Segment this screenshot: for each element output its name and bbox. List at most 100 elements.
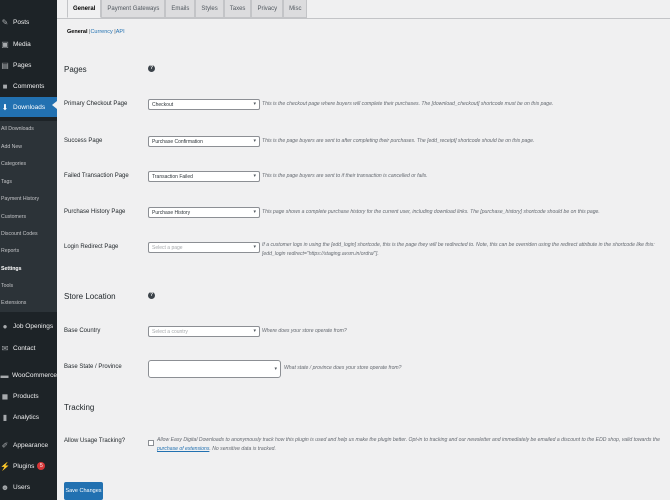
submenu-all-downloads[interactable]: All Downloads — [1, 126, 34, 132]
tab-payment-gateways[interactable]: Payment Gateways — [101, 0, 166, 18]
label-failed-transaction: Failed Transaction Page — [64, 173, 129, 179]
success-page-select[interactable]: Purchase Confirmation ▾ — [148, 136, 260, 147]
label-primary-checkout: Primary Checkout Page — [64, 101, 128, 107]
usage-tracking-text-end: . No sensitive data is tracked. — [209, 446, 276, 452]
help-icon[interactable]: ? — [148, 65, 155, 72]
submenu-tags[interactable]: Tags — [1, 179, 12, 185]
chevron-down-icon: ▾ — [253, 173, 256, 179]
select-placeholder: Select a page — [152, 244, 183, 251]
menu-item-contact[interactable]: ✉ Contact — [0, 340, 57, 356]
menu-label: Posts — [13, 18, 30, 26]
admin-sidebar: ✎ Posts ▣ Media ▤ Pages ■ Comments ⬇ Dow… — [0, 0, 57, 500]
desc-base-country: Where does your store operate from? — [262, 328, 347, 334]
tab-misc[interactable]: Misc — [283, 0, 308, 18]
section-title-store-location: Store Location — [64, 292, 116, 301]
label-base-country: Base Country — [64, 328, 101, 334]
select-value: Purchase History — [152, 209, 191, 216]
desc-failed-transaction: This is the page buyers are sent to if t… — [262, 173, 428, 179]
submenu-reports[interactable]: Reports — [1, 248, 19, 254]
menu-item-comments[interactable]: ■ Comments — [0, 78, 57, 94]
menu-label: Users — [13, 483, 30, 491]
select-value: Checkout — [152, 101, 174, 108]
chevron-down-icon: ▾ — [253, 138, 256, 144]
plug-icon: ⚡ — [0, 461, 10, 471]
menu-item-pages[interactable]: ▤ Pages — [0, 57, 57, 73]
save-changes-button[interactable]: Save Changes — [64, 482, 103, 500]
submenu-extensions[interactable]: Extensions — [1, 300, 26, 306]
menu-item-media[interactable]: ▣ Media — [0, 36, 57, 52]
tab-privacy[interactable]: Privacy — [251, 0, 284, 18]
help-icon[interactable]: ? — [148, 292, 155, 299]
chevron-down-icon: ▾ — [253, 328, 256, 334]
purchase-history-select[interactable]: Purchase History ▾ — [148, 207, 260, 218]
section-title-tracking: Tracking — [64, 403, 95, 412]
submenu-settings[interactable]: Settings — [1, 266, 21, 272]
submenu-customers[interactable]: Customers — [1, 214, 26, 220]
submenu-payment-history[interactable]: Payment History — [1, 196, 39, 202]
label-base-state: Base State / Province — [64, 364, 122, 370]
comment-icon: ■ — [2, 81, 8, 91]
mail-icon: ✉ — [1, 343, 9, 353]
subnav-general[interactable]: General — [67, 29, 87, 35]
section-title-pages: Pages — [64, 65, 87, 74]
download-icon: ⬇ — [1, 102, 9, 112]
failed-transaction-select[interactable]: Transaction Failed ▾ — [148, 171, 260, 182]
usage-tracking-checkbox[interactable] — [148, 440, 154, 446]
subnav-api[interactable]: API — [116, 29, 125, 35]
menu-label: Appearance — [13, 441, 49, 449]
menu-item-users[interactable]: ☻ Users — [0, 479, 57, 495]
primary-checkout-select[interactable]: Checkout ▾ — [148, 99, 260, 110]
menu-item-products[interactable]: ◼ Products — [0, 388, 57, 404]
menu-item-downloads[interactable]: ⬇ Downloads — [0, 97, 57, 117]
desc-success-page: This is the page buyers are sent to afte… — [262, 138, 535, 144]
menu-label: Downloads — [13, 103, 46, 111]
settings-tabs: General Payment Gateways Emails Styles T… — [67, 0, 308, 18]
menu-item-job-openings[interactable]: ● Job Openings — [0, 318, 57, 334]
bar-chart-icon: ▮ — [2, 412, 8, 422]
base-state-select[interactable]: ▾ — [148, 360, 281, 378]
menu-item-posts[interactable]: ✎ Posts — [0, 14, 57, 30]
label-purchase-history: Purchase History Page — [64, 209, 126, 215]
chevron-down-icon: ▾ — [253, 101, 256, 107]
pin-icon: ✎ — [1, 17, 9, 27]
menu-item-analytics[interactable]: ▮ Analytics — [0, 409, 57, 425]
menu-label: Pages — [13, 61, 32, 69]
select-value: Transaction Failed — [152, 173, 193, 180]
desc-usage-tracking: Allow Easy Digital Downloads to anonymou… — [157, 436, 667, 454]
label-success-page: Success Page — [64, 138, 103, 144]
tab-emails[interactable]: Emails — [165, 0, 196, 18]
submenu-discount-codes[interactable]: Discount Codes — [1, 231, 38, 237]
login-redirect-select[interactable]: Select a page ▾ — [148, 242, 260, 253]
menu-item-woocommerce[interactable]: ▬ WooCommerce — [0, 367, 57, 383]
chevron-down-icon: ▾ — [253, 209, 256, 215]
submenu-add-new[interactable]: Add New — [1, 144, 22, 150]
desc-purchase-history: This page shows a complete purchase hist… — [262, 209, 600, 215]
menu-label: Plugins — [13, 462, 35, 470]
submenu-categories[interactable]: Categories — [1, 161, 26, 167]
menu-label: WooCommerce — [11, 371, 57, 379]
label-login-redirect: Login Redirect Page — [64, 244, 119, 250]
menu-label: Contact — [13, 344, 36, 352]
people-icon: ● — [2, 321, 8, 331]
tab-general[interactable]: General — [67, 0, 102, 18]
chevron-down-icon: ▾ — [253, 244, 256, 250]
purchase-extensions-link[interactable]: purchase of extensions — [157, 446, 209, 452]
menu-label: Products — [13, 392, 39, 400]
menu-label: Media — [13, 40, 31, 48]
menu-item-plugins[interactable]: ⚡ Plugins 5 — [0, 458, 57, 474]
menu-item-appearance[interactable]: ✐ Appearance — [0, 437, 57, 453]
select-placeholder: Select a country — [152, 328, 188, 335]
user-icon: ☻ — [0, 482, 10, 492]
brush-icon: ✐ — [1, 440, 9, 450]
menu-label: Comments — [13, 82, 45, 90]
usage-tracking-text: Allow Easy Digital Downloads to anonymou… — [157, 437, 660, 443]
chevron-down-icon: ▾ — [274, 366, 277, 372]
tab-styles[interactable]: Styles — [195, 0, 224, 18]
submenu-tools[interactable]: Tools — [1, 283, 13, 289]
desc-base-state: What state / province does your store op… — [284, 365, 402, 371]
base-country-select[interactable]: Select a country ▾ — [148, 326, 260, 337]
desc-primary-checkout: This is the checkout page where buyers w… — [262, 101, 554, 107]
subnav-currency[interactable]: Currency — [90, 29, 112, 35]
downloads-submenu: All Downloads Add New Categories Tags Pa… — [0, 121, 57, 312]
tab-taxes[interactable]: Taxes — [223, 0, 252, 18]
